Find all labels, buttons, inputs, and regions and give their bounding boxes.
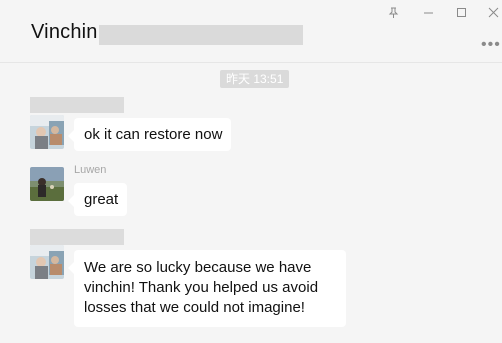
maximize-icon[interactable] xyxy=(454,5,468,19)
redacted-sender-name xyxy=(30,229,124,245)
avatar[interactable] xyxy=(30,167,64,201)
avatar[interactable] xyxy=(30,115,64,149)
minimize-icon[interactable] xyxy=(421,5,435,19)
message-text: ok it can restore now xyxy=(84,126,223,143)
pin-icon[interactable] xyxy=(386,5,400,19)
avatar[interactable] xyxy=(30,245,64,279)
message-text: great xyxy=(84,191,119,208)
redacted-title-block xyxy=(99,25,303,45)
more-icon[interactable]: ••• xyxy=(481,36,501,54)
message-bubble[interactable]: We are so lucky because we have vinchin!… xyxy=(68,250,346,327)
message-bubble[interactable]: great xyxy=(67,183,128,216)
sender-name: Luwen xyxy=(74,164,107,176)
redacted-sender-name xyxy=(30,97,124,113)
chat-title: Vinchin xyxy=(31,21,98,43)
chat-header: Vinchin ••• xyxy=(0,0,502,63)
message-bubble[interactable]: ok it can restore now xyxy=(67,118,232,151)
timestamp: 昨天 13:51 xyxy=(220,70,290,88)
message-text: We are so lucky because we have vinchin!… xyxy=(84,259,319,316)
close-icon[interactable] xyxy=(486,5,500,19)
